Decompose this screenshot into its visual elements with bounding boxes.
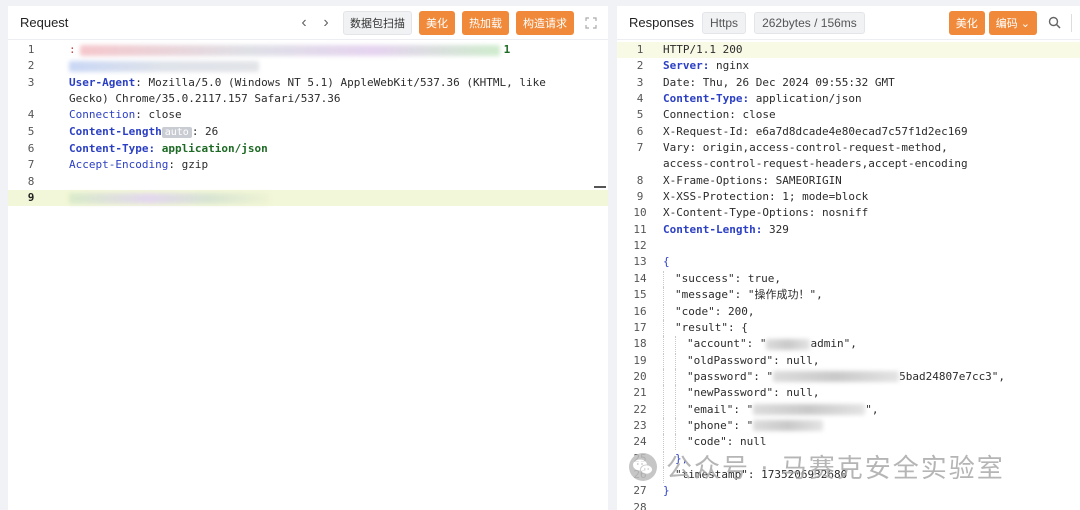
response-line: 16 "code": 200,	[633, 303, 755, 320]
chevron-down-icon: ⌄	[1020, 17, 1030, 30]
response-line: 28	[633, 500, 647, 510]
response-line: 19 "oldPassword": null,	[633, 352, 820, 369]
response-header: Responses Https 262bytes / 156ms 美化 编码 ⌄	[617, 6, 1080, 40]
request-line: 7 Accept-Encoding: gzip	[27, 158, 209, 172]
response-line: 4 Content-Type: application/json	[636, 92, 862, 106]
response-line: 7 Vary: origin,access-control-request-me…	[636, 141, 948, 155]
protocol-tag: Https	[702, 11, 747, 34]
response-title: Responses	[629, 15, 695, 30]
response-line: 1 HTTP/1.1 200	[617, 42, 1080, 59]
response-line: 9 X-XSS-Protection: 1; mode=block	[636, 190, 869, 204]
response-line: 17 "result": {	[633, 319, 748, 336]
redacted-phone	[753, 420, 824, 432]
response-line: 6 X-Request-Id: e6a7d8dcade4e80ecad7c57f…	[636, 124, 968, 138]
response-line: 22 "email": " ",	[633, 401, 879, 418]
request-line: 3 User-Agent: Mozilla/5.0 (Windows NT 5.…	[27, 75, 553, 106]
redacted-password	[773, 371, 900, 383]
response-beautify-button[interactable]: 美化	[948, 10, 985, 35]
response-line: 27 }	[633, 484, 670, 498]
request-line: 8	[27, 174, 35, 188]
next-arrow-icon[interactable]: ›	[315, 14, 337, 32]
size-time-tag: 262bytes / 156ms	[754, 11, 865, 34]
response-line: access-control-request-headers,accept-en…	[663, 157, 968, 171]
request-beautify-button[interactable]: 美化	[419, 10, 455, 35]
response-line: 23 "phone": "	[617, 417, 1080, 434]
prev-arrow-icon[interactable]: ‹	[293, 14, 315, 32]
redacted-body	[69, 192, 269, 204]
packet-scan-button[interactable]: 数据包扫描	[343, 10, 412, 35]
response-line: 8 X-Frame-Options: SAMEORIGIN	[636, 173, 842, 187]
response-line: 10 X-Content-Type-Options: nosniff	[633, 206, 869, 220]
construct-request-button[interactable]: 构造请求	[516, 10, 574, 35]
response-line: 18 "account": " admin",	[633, 336, 857, 353]
encoding-dropdown[interactable]: 编码 ⌄	[988, 10, 1037, 35]
response-line: 11 Content-Length: 329	[633, 222, 789, 236]
response-line: 15 "message": "操作成功！",	[633, 287, 823, 304]
request-line-active: 9	[8, 190, 608, 207]
redacted-account	[766, 338, 811, 350]
redacted-host	[69, 60, 259, 72]
hot-load-button[interactable]: 热加载	[462, 10, 509, 35]
redacted-email	[753, 404, 866, 416]
response-line: 3 Date: Thu, 26 Dec 2024 09:55:32 GMT	[636, 75, 895, 89]
request-header: Request ‹ › 数据包扫描 美化 热加载 构造请求	[8, 6, 608, 40]
expand-icon[interactable]	[582, 14, 600, 32]
request-line: 5 Content-Length auto: 26	[27, 124, 219, 138]
response-line: 12	[633, 239, 647, 253]
response-line: 26 "timestamp": 1735206932680	[633, 466, 848, 483]
response-line: 2 Server: nginx	[636, 59, 750, 73]
response-line: 25 },	[633, 450, 689, 467]
request-line: 4 Connection: close	[27, 108, 182, 122]
response-line: 24 "code": null	[633, 434, 767, 451]
request-line: 1 :1	[27, 43, 511, 56]
scroll-marker[interactable]	[594, 186, 606, 188]
request-panel: Request ‹ › 数据包扫描 美化 热加载 构造请求 1 :1 2 3 U…	[8, 6, 608, 510]
response-viewer[interactable]: 1 HTTP/1.1 200 2 Server: nginx 3 Date: T…	[617, 40, 1080, 510]
request-title: Request	[20, 15, 69, 30]
auto-badge: auto	[161, 126, 192, 138]
response-line: 13 {	[633, 255, 670, 269]
response-line: 21 "newPassword": null,	[633, 385, 820, 402]
request-editor[interactable]: 1 :1 2 3 User-Agent: Mozilla/5.0 (Window…	[8, 40, 608, 207]
divider	[1071, 13, 1072, 32]
response-line: 14 "success": true,	[633, 270, 781, 287]
response-panel: Responses Https 262bytes / 156ms 美化 编码 ⌄…	[617, 6, 1080, 510]
search-icon[interactable]	[1045, 14, 1063, 32]
request-line: 2	[8, 58, 608, 74]
request-line: 6 Content-Type: application/json	[27, 142, 268, 156]
response-line: 5 Connection: close	[636, 108, 776, 122]
response-line: 20 "password": " 5bad24807e7cc3",	[633, 368, 1006, 385]
redacted-url	[79, 44, 500, 56]
